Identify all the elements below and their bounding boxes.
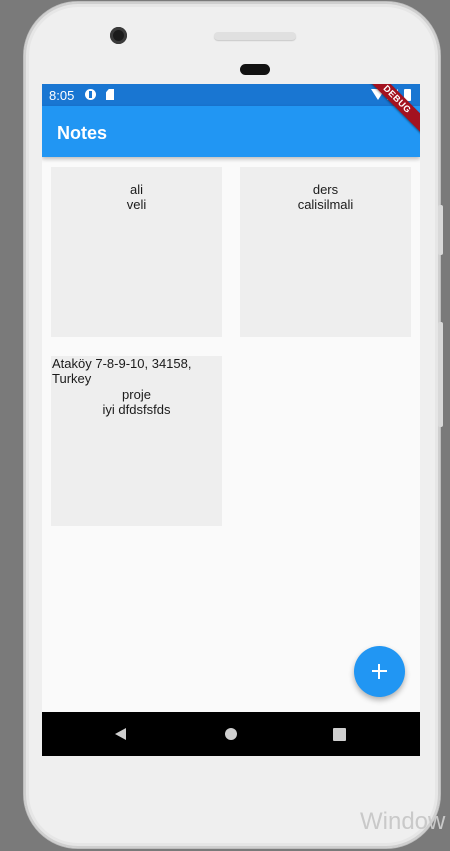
power-button[interactable]	[438, 322, 443, 427]
status-time: 8:05	[49, 88, 75, 103]
earpiece-speaker	[214, 32, 296, 40]
page-title: Notes	[57, 123, 108, 143]
proximity-sensor	[240, 64, 270, 75]
note-text: ali veli	[126, 182, 147, 212]
app-bar: Notes	[42, 106, 420, 157]
note-text: proje iyi dfdsfsfds	[102, 387, 171, 417]
status-bar: 8:05	[42, 84, 420, 106]
back-icon[interactable]	[115, 728, 126, 740]
note-location: Ataköy 7-8-9-10, 34158, Turkey	[52, 356, 192, 386]
note-text: ders calisilmali	[297, 182, 354, 212]
volume-button[interactable]	[438, 205, 443, 255]
front-camera	[110, 27, 127, 44]
note-card[interactable]: ali veli	[51, 167, 222, 337]
windows-watermark: Window	[360, 808, 446, 835]
add-note-button[interactable]	[354, 646, 405, 697]
recents-icon[interactable]	[333, 728, 346, 741]
note-card[interactable]: ders calisilmali	[240, 167, 411, 337]
note-card[interactable]: Ataköy 7-8-9-10, 34158, Turkey proje iyi…	[51, 356, 222, 526]
navigation-bar	[42, 712, 420, 756]
app-screen: 8:05 Notes DEBUG ali veli ders calisilma…	[42, 84, 420, 756]
sd-card-icon	[106, 89, 114, 100]
notification-app-icon	[85, 89, 96, 100]
home-icon[interactable]	[225, 728, 237, 740]
